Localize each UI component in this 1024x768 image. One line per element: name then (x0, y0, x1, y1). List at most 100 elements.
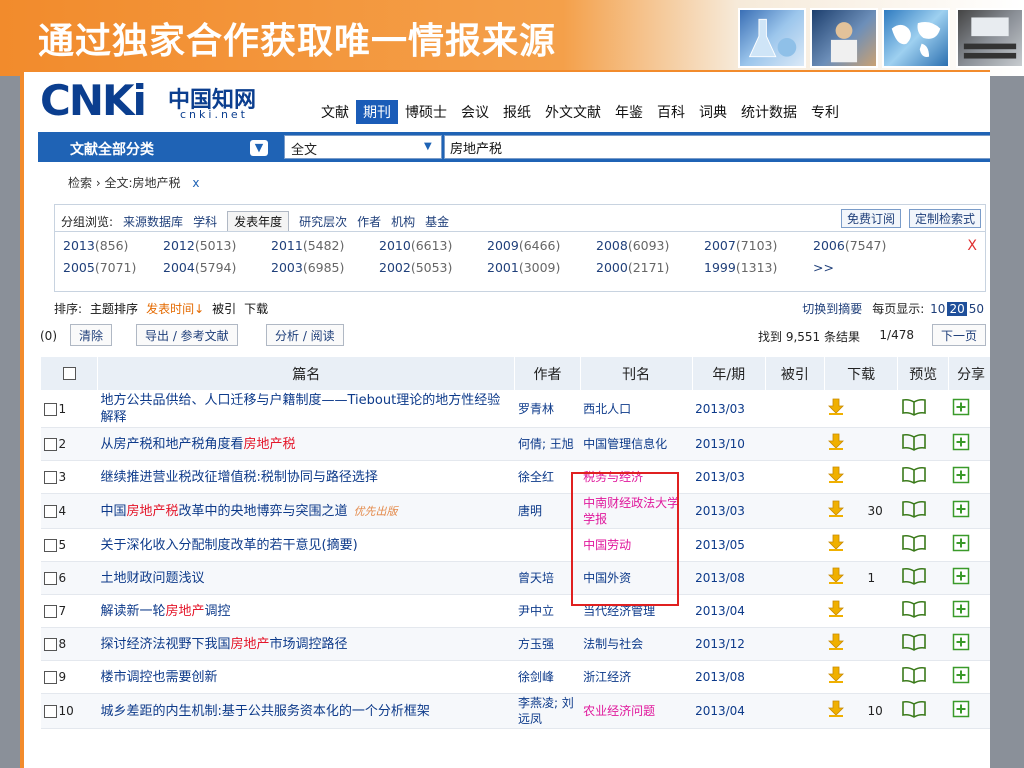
row-checkbox[interactable] (43, 604, 57, 618)
next-page-button[interactable]: 下一页 (931, 324, 986, 346)
group-tab[interactable]: 作者 (357, 213, 381, 230)
journal-link[interactable]: 中国外资 (583, 571, 631, 585)
download-icon[interactable] (827, 666, 845, 688)
year-filter-item[interactable]: 2004(5794) (163, 260, 236, 275)
category-select[interactable]: 文献全部分类 (70, 139, 154, 159)
nav-tab[interactable]: 专利 (804, 100, 846, 124)
row-checkbox[interactable] (43, 470, 57, 484)
select-all-cell[interactable] (39, 356, 99, 391)
article-title-link[interactable]: 地方公共品供给、人口迁移与户籍制度——Tiebout理论的地方性经验解释 (101, 393, 501, 425)
clear-button[interactable]: 清除 (70, 324, 113, 346)
plus-icon[interactable] (952, 600, 970, 622)
author-link[interactable]: 曾天培 (518, 571, 554, 585)
book-icon[interactable] (901, 700, 927, 722)
row-checkbox[interactable] (43, 538, 57, 552)
issue-link[interactable]: 2013/08 (695, 571, 745, 585)
year-filter-item[interactable]: 2009(6466) (487, 238, 560, 253)
issue-link[interactable]: 2013/04 (695, 704, 745, 718)
article-title-link[interactable]: 城乡差距的内生机制:基于公共服务资本化的一个分析框架 (101, 704, 430, 719)
column-header[interactable]: 预览 (897, 356, 950, 391)
year-filter-item[interactable]: 2005(7071) (63, 260, 136, 275)
analyze-button[interactable]: 分析 / 阅读 (266, 324, 344, 346)
book-icon[interactable] (901, 534, 927, 556)
plus-icon[interactable] (952, 433, 970, 455)
nav-tab[interactable]: 文献 (314, 100, 356, 124)
sort-option[interactable]: 被引 (212, 300, 236, 317)
download-icon[interactable] (827, 700, 845, 722)
year-filter-item[interactable]: 2008(6093) (596, 238, 669, 253)
article-title-link[interactable]: 解读新一轮房地产调控 (101, 604, 231, 619)
plus-icon[interactable] (952, 633, 970, 655)
group-tab[interactable]: 发表年度 (227, 211, 290, 231)
custom-query-button[interactable]: 定制检索式 (908, 209, 981, 228)
nav-tab[interactable]: 博硕士 (398, 100, 454, 124)
group-tab[interactable]: 学科 (193, 213, 217, 230)
group-tab[interactable]: 机构 (391, 213, 415, 230)
book-icon[interactable] (901, 500, 927, 522)
year-filter-item[interactable]: 2010(6613) (379, 238, 452, 253)
plus-icon[interactable] (952, 700, 970, 722)
download-icon[interactable] (827, 600, 845, 622)
journal-link[interactable]: 中南财经政法大学学报 (583, 496, 679, 526)
journal-link[interactable]: 浙江经济 (583, 670, 631, 684)
download-icon[interactable] (827, 633, 845, 655)
plus-icon[interactable] (952, 466, 970, 488)
group-tab[interactable]: 研究层次 (299, 213, 347, 230)
issue-link[interactable]: 2013/12 (695, 637, 745, 651)
journal-link[interactable]: 税务与经济 (583, 470, 643, 484)
column-header[interactable]: 分享 (948, 356, 990, 391)
download-icon[interactable] (827, 466, 845, 488)
book-icon[interactable] (901, 433, 927, 455)
plus-icon[interactable] (952, 534, 970, 556)
issue-link[interactable]: 2013/08 (695, 670, 745, 684)
article-title-link[interactable]: 中国房地产税改革中的央地博弈与突围之道 (101, 504, 348, 519)
download-icon[interactable] (827, 534, 845, 556)
select-all-checkbox[interactable] (62, 367, 76, 380)
year-filter-item[interactable]: 2011(5482) (271, 238, 344, 253)
book-icon[interactable] (901, 600, 927, 622)
issue-link[interactable]: 2013/03 (695, 470, 745, 484)
book-icon[interactable] (901, 567, 927, 589)
row-checkbox[interactable] (43, 637, 57, 651)
issue-link[interactable]: 2013/10 (695, 437, 745, 451)
nav-tab[interactable]: 词典 (692, 100, 734, 124)
plus-icon[interactable] (952, 398, 970, 420)
download-icon[interactable] (827, 433, 845, 455)
author-link[interactable]: 唐明 (518, 504, 542, 518)
article-title-link[interactable]: 楼市调控也需要创新 (101, 670, 218, 685)
sort-option[interactable]: 下载 (244, 300, 268, 317)
close-icon[interactable]: X (967, 238, 977, 254)
free-subscribe-button[interactable]: 免费订阅 (840, 209, 901, 228)
nav-tab[interactable]: 报纸 (496, 100, 538, 124)
export-button[interactable]: 导出 / 参考文献 (136, 324, 238, 346)
nav-tab[interactable]: 百科 (650, 100, 692, 124)
year-filter-item[interactable]: 1999(1313) (704, 260, 777, 275)
group-tab[interactable]: 基金 (425, 213, 449, 230)
journal-link[interactable]: 农业经济问题 (583, 704, 655, 718)
year-filter-item[interactable]: 2006(7547) (813, 238, 886, 253)
column-header[interactable]: 下载 (823, 356, 899, 391)
row-checkbox[interactable] (43, 504, 57, 518)
switch-to-abstract-link[interactable]: 切换到摘要 (802, 300, 862, 317)
author-link[interactable]: 方玉强 (518, 637, 554, 651)
issue-link[interactable]: 2013/05 (695, 538, 745, 552)
journal-link[interactable]: 法制与社会 (583, 637, 643, 651)
sort-option[interactable]: 发表时间↓ (146, 300, 204, 317)
issue-link[interactable]: 2013/04 (695, 604, 745, 618)
row-checkbox[interactable] (43, 704, 57, 718)
row-checkbox[interactable] (43, 571, 57, 585)
year-filter-item[interactable]: 2007(7103) (704, 238, 777, 253)
column-header[interactable]: 被引 (764, 356, 825, 391)
book-icon[interactable] (901, 633, 927, 655)
nav-tab[interactable]: 会议 (454, 100, 496, 124)
per-page-option[interactable]: 10 (928, 302, 947, 316)
plus-icon[interactable] (952, 567, 970, 589)
article-title-link[interactable]: 关于深化收入分配制度改革的若干意见(摘要) (101, 538, 358, 553)
download-icon[interactable] (827, 500, 845, 522)
book-icon[interactable] (901, 466, 927, 488)
field-select[interactable]: 全文 ▼ (284, 135, 442, 159)
author-link[interactable]: 何倩; 王旭 (518, 437, 574, 451)
cnki-logo[interactable]: CNKi 中国知网 cnki.net (40, 76, 290, 126)
article-title-link[interactable]: 土地财政问题浅议 (101, 571, 205, 586)
year-filter-item[interactable]: 2002(5053) (379, 260, 452, 275)
